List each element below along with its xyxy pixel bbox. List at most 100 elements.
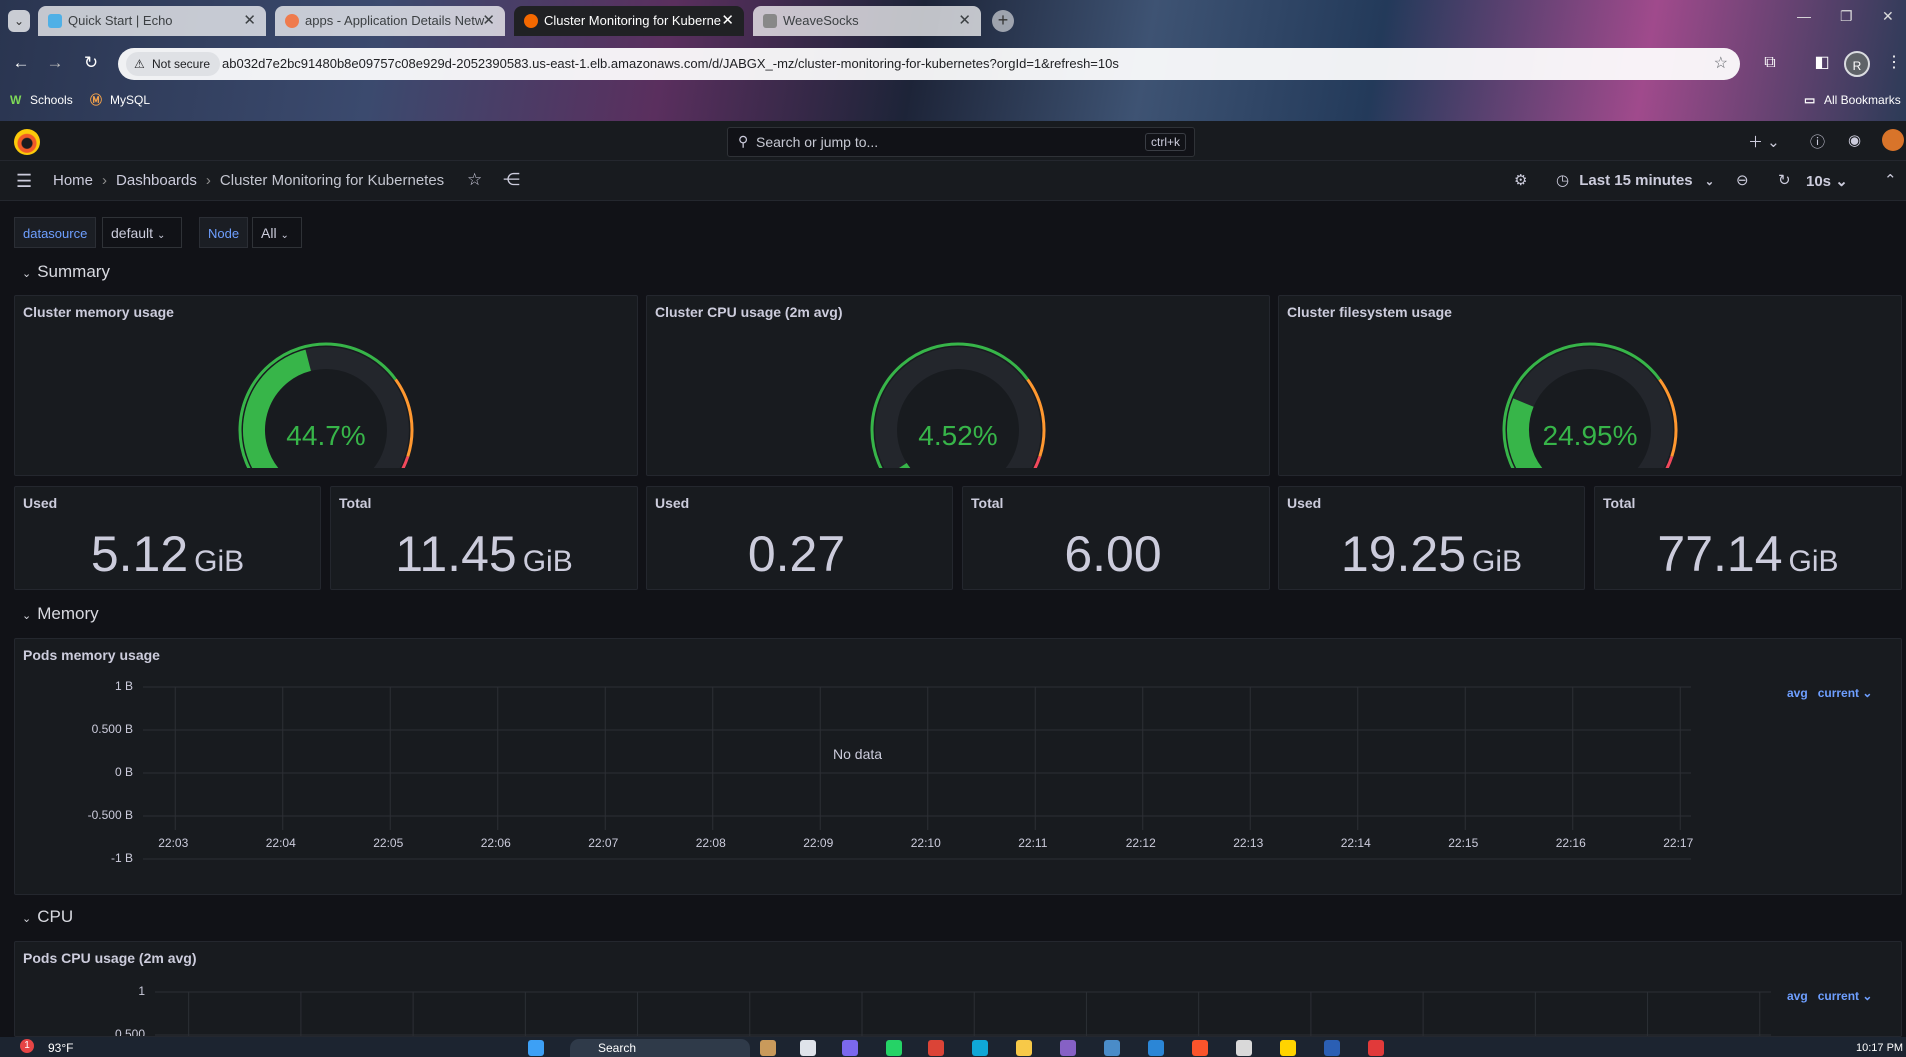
close-tab-icon[interactable]: ✕	[721, 6, 734, 36]
panel-cluster-filesystem-usage[interactable]: Cluster filesystem usage 24.95%	[1278, 295, 1902, 476]
row-cpu[interactable]: ⌄ CPU	[22, 907, 73, 927]
close-window-icon[interactable]: ✕	[1882, 8, 1894, 25]
vscode-icon[interactable]	[1148, 1040, 1164, 1056]
panel-cluster-memory-usage[interactable]: Cluster memory usage 44.7%	[14, 295, 638, 476]
all-bookmarks-label: All Bookmarks	[1824, 93, 1901, 107]
browser-tab-active[interactable]: Cluster Monitoring for Kuberne ✕	[514, 6, 744, 36]
row-memory[interactable]: ⌄ Memory	[22, 604, 99, 624]
all-bookmarks[interactable]: ▭ All Bookmarks	[1804, 88, 1901, 112]
graph-svg	[155, 991, 1771, 1036]
close-tab-icon[interactable]: ✕	[958, 6, 971, 36]
stat-value: 77.14 GiB	[1595, 525, 1901, 583]
url-text[interactable]: ab032d7e2bc91480b8e09757c08e929d-2052390…	[222, 48, 1119, 80]
dashboard-settings-gear-icon[interactable]: ⚙	[1514, 171, 1527, 189]
favorite-star-icon[interactable]: ☆	[467, 170, 482, 190]
stat-filesystem-used[interactable]: Used 19.25 GiB	[1278, 486, 1585, 590]
notepad-icon[interactable]	[1236, 1040, 1252, 1056]
panel-title: Used	[23, 495, 58, 511]
restore-icon[interactable]: ❐	[1840, 8, 1853, 25]
search-input[interactable]: ⚲ Search or jump to... ctrl+k	[727, 127, 1195, 157]
visual-studio-icon[interactable]	[1060, 1040, 1076, 1056]
stat-memory-total[interactable]: Total 11.45 GiB	[330, 486, 638, 590]
weather-temperature[interactable]: 93°F	[48, 1039, 73, 1057]
y-tick-label: 0.500	[114, 1027, 145, 1037]
refresh-icon[interactable]: ↻	[1778, 171, 1791, 189]
panel-pods-memory-usage[interactable]: Pods memory usage 1 B 0.500 B0 B -0.500 B-…	[14, 638, 1902, 895]
taskbar-app-icon[interactable]	[842, 1040, 858, 1056]
not-secure-chip[interactable]: ⚠ Not secure	[126, 52, 221, 76]
variable-select-datasource[interactable]: default ⌄	[102, 217, 182, 248]
windows-start-icon[interactable]	[528, 1040, 544, 1056]
taskbar-search[interactable]: Search	[570, 1039, 750, 1057]
legend-current[interactable]: current	[1818, 989, 1859, 1003]
panel-cluster-cpu-usage[interactable]: Cluster CPU usage (2m avg) 4.52%	[646, 295, 1270, 476]
panel-pods-cpu-usage[interactable]: Pods CPU usage (2m avg) 1 0.500 avg curre…	[14, 941, 1902, 1037]
stat-cpu-total[interactable]: Total 6.00	[962, 486, 1270, 590]
chrome-icon[interactable]	[928, 1040, 944, 1056]
tab-search-chevron-icon[interactable]: ⌄	[8, 10, 30, 32]
new-tab-button[interactable]: +	[992, 10, 1014, 32]
variable-label-node: Node	[199, 217, 249, 248]
browser-tab[interactable]: WeaveSocks ✕	[753, 6, 981, 36]
system-clock: 10:17 PM	[1856, 1042, 1904, 1054]
chevron-down-icon: ⌄	[22, 268, 32, 280]
grafana-logo-icon[interactable]	[14, 129, 40, 155]
back-arrow-icon[interactable]: ←	[8, 50, 34, 76]
taskbar-app-icon[interactable]	[1368, 1040, 1384, 1056]
bookmark-mysql[interactable]: Ⓜ MySQL	[90, 88, 150, 112]
taskbar-app-icon[interactable]	[760, 1040, 776, 1056]
bookmark-star-icon[interactable]: ☆	[1714, 48, 1728, 80]
whatsapp-icon[interactable]	[886, 1040, 902, 1056]
share-icon[interactable]: ⋲	[503, 170, 520, 190]
collapse-chevron-up-icon[interactable]: ⌃	[1884, 171, 1897, 189]
sticky-notes-icon[interactable]	[1280, 1040, 1296, 1056]
legend-current[interactable]: current	[1818, 686, 1859, 700]
help-icon[interactable]: ⓘ	[1810, 131, 1825, 152]
close-tab-icon[interactable]: ✕	[243, 6, 256, 36]
task-view-icon[interactable]	[800, 1040, 816, 1056]
browser-menu-icon[interactable]: ⋮	[1882, 51, 1906, 75]
variable-label-datasource: datasource	[14, 217, 97, 248]
forward-arrow-icon[interactable]: →	[42, 50, 68, 76]
word-icon[interactable]	[1324, 1040, 1340, 1056]
grafana-favicon-icon	[524, 14, 538, 28]
variable-select-node[interactable]: All ⌄	[252, 217, 302, 248]
refresh-interval-picker[interactable]: 10s ⌄	[1806, 172, 1848, 190]
bookmark-label: Schools	[30, 93, 73, 107]
profile-avatar[interactable]: R	[1844, 51, 1870, 77]
stat-number: 0.27	[747, 526, 846, 582]
breadcrumb-dashboards[interactable]: Dashboards	[116, 172, 197, 189]
row-title: Memory	[37, 604, 99, 623]
browser-tab[interactable]: Quick Start | Echo ✕	[38, 6, 266, 36]
minimize-icon[interactable]: —	[1797, 8, 1811, 24]
edge-icon[interactable]	[972, 1040, 988, 1056]
user-avatar[interactable]	[1882, 129, 1904, 151]
legend-avg[interactable]: avg	[1787, 686, 1808, 700]
stat-cpu-used[interactable]: Used 0.27	[646, 486, 953, 590]
address-bar[interactable]: ⚠ Not secure ab032d7e2bc91480b8e09757c08…	[118, 48, 1740, 80]
brave-icon[interactable]	[1192, 1040, 1208, 1056]
stat-memory-used[interactable]: Used 5.12 GiB	[14, 486, 321, 590]
close-tab-icon[interactable]: ✕	[482, 6, 495, 36]
slack-icon[interactable]	[1104, 1040, 1120, 1056]
news-feed-icon[interactable]: ◉	[1848, 131, 1861, 149]
legend-controls[interactable]: avg current ⌄	[1787, 686, 1872, 700]
chevron-down-icon: ⌄	[22, 913, 32, 925]
stat-value: 19.25 GiB	[1279, 525, 1584, 583]
browser-tab[interactable]: apps - Application Details Netw ✕	[275, 6, 505, 36]
extensions-icon[interactable]: ⧉	[1758, 51, 1782, 75]
hamburger-menu-icon[interactable]: ☰	[16, 171, 32, 192]
add-new-icon[interactable]: ＋ ⌄	[1748, 131, 1780, 152]
side-panel-icon[interactable]: ◧	[1810, 51, 1834, 75]
stat-filesystem-total[interactable]: Total 77.14 GiB	[1594, 486, 1902, 590]
zoom-out-icon[interactable]: ⊖	[1736, 171, 1749, 189]
time-range-picker[interactable]: ◷ Last 15 minutes ⌄	[1556, 161, 1714, 202]
breadcrumb-home[interactable]: Home	[53, 172, 93, 189]
row-summary[interactable]: ⌄ Summary	[22, 262, 110, 282]
stat-number: 6.00	[1064, 526, 1162, 582]
file-explorer-icon[interactable]	[1016, 1040, 1032, 1056]
bookmark-schools[interactable]: W Schools	[10, 88, 73, 112]
legend-controls[interactable]: avg current ⌄	[1787, 989, 1872, 1003]
legend-avg[interactable]: avg	[1787, 989, 1808, 1003]
reload-icon[interactable]: ↻	[78, 50, 104, 76]
